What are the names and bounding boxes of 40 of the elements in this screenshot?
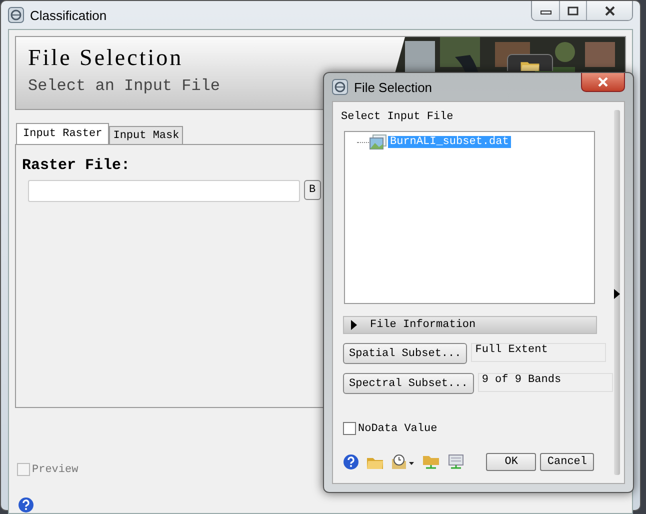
file-information-header[interactable]: File Information xyxy=(343,316,597,334)
recent-files-icon[interactable] xyxy=(391,454,415,470)
help-icon[interactable] xyxy=(343,454,359,470)
folder-button[interactable] xyxy=(507,54,553,71)
close-icon xyxy=(597,77,609,87)
browse-button[interactable]: B xyxy=(304,180,321,200)
maximize-icon xyxy=(567,6,579,16)
input-field[interactable] xyxy=(28,180,300,202)
app-icon xyxy=(332,79,348,95)
app-icon xyxy=(8,7,24,23)
dialog-button[interactable]: OK xyxy=(486,453,536,471)
dialog-button[interactable]: Cancel xyxy=(540,453,594,471)
raster-icon xyxy=(369,134,387,150)
dialog-title: File Selection xyxy=(354,80,432,94)
scrollbar[interactable] xyxy=(614,110,620,475)
section-label: Select Input File xyxy=(341,111,454,123)
minimize-button[interactable] xyxy=(532,1,559,20)
close-button[interactable] xyxy=(586,1,632,20)
subset-button[interactable]: Spectral Subset... xyxy=(343,373,474,394)
maximize-button[interactable] xyxy=(559,1,586,20)
tab[interactable]: Input Mask xyxy=(109,126,184,144)
subset-value-field: Full Extent xyxy=(471,343,606,362)
triangle-icon xyxy=(350,320,358,330)
checkbox[interactable] xyxy=(343,422,356,435)
subset-value-field: 9 of 9 Bands xyxy=(478,373,613,392)
tab[interactable]: Input Raster xyxy=(16,123,110,144)
expand-arrow-icon[interactable] xyxy=(614,289,620,299)
field-label: Raster File: xyxy=(22,157,132,174)
close-button[interactable] xyxy=(581,73,625,92)
checkbox-label: Preview xyxy=(32,464,78,476)
header-title: File Selection xyxy=(28,45,184,71)
subset-button[interactable]: Spatial Subset... xyxy=(343,343,468,364)
header-subtitle: Select an Input File xyxy=(28,77,220,95)
close-icon xyxy=(604,6,616,16)
remote-server-icon[interactable] xyxy=(447,454,465,470)
help-icon[interactable] xyxy=(18,497,34,513)
window-title: Classification xyxy=(30,8,107,22)
checkbox-label: NoData Value xyxy=(358,422,438,434)
network-folder-icon[interactable] xyxy=(422,454,440,470)
folder-icon xyxy=(520,59,540,71)
